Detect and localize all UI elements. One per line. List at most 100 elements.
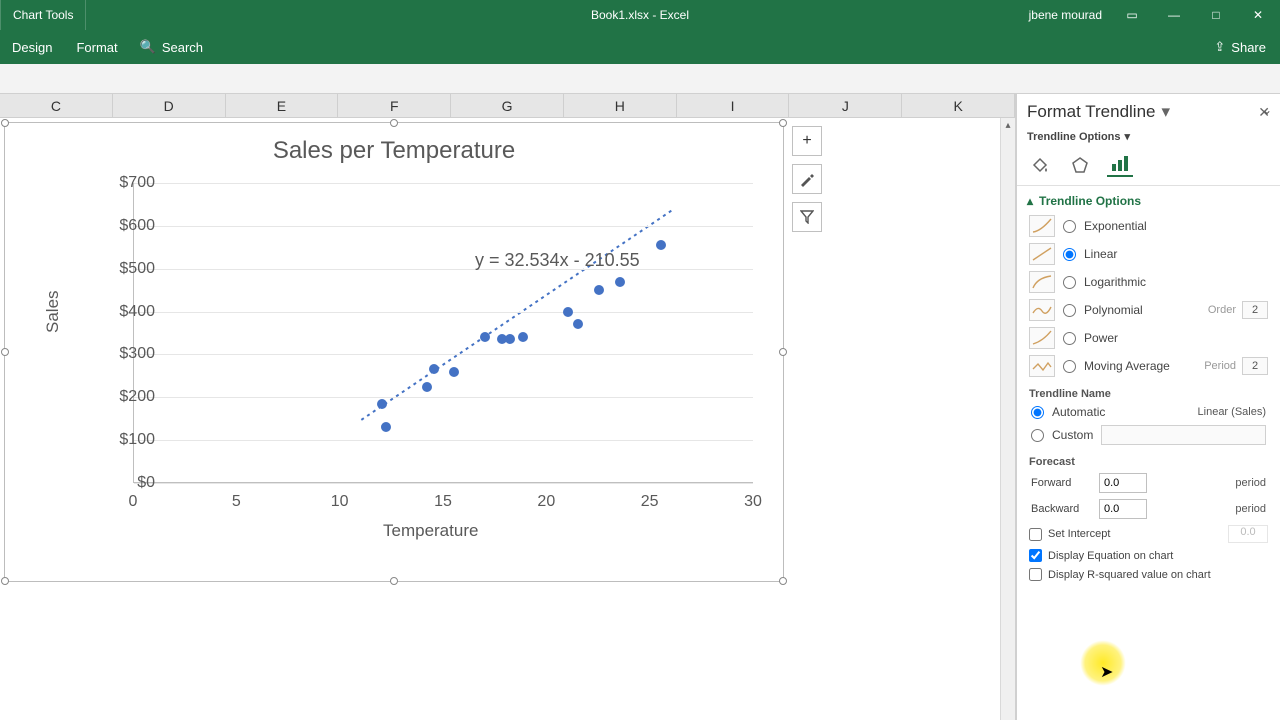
radio-automatic[interactable] — [1031, 406, 1044, 419]
data-point[interactable] — [518, 332, 528, 342]
data-point[interactable] — [594, 285, 604, 295]
option-linear[interactable]: Linear — [1017, 240, 1280, 268]
automatic-name-row[interactable]: Automatic Linear (Sales) — [1017, 402, 1280, 422]
data-point[interactable] — [573, 319, 583, 329]
tab-design[interactable]: Design — [0, 30, 64, 64]
chart-elements-button[interactable]: + — [792, 126, 822, 156]
document-title: Book1.xlsx - Excel — [591, 8, 689, 22]
checkbox-display-equation[interactable] — [1029, 549, 1042, 562]
y-tick-label: $200 — [119, 388, 155, 406]
radio-custom[interactable] — [1031, 429, 1044, 442]
polynomial-icon — [1029, 299, 1055, 321]
option-logarithmic[interactable]: Logarithmic — [1017, 268, 1280, 296]
column-header[interactable]: D — [113, 94, 226, 118]
gridline — [134, 483, 753, 484]
data-point[interactable] — [429, 364, 439, 374]
close-button[interactable]: ✕ — [1246, 8, 1270, 22]
fill-line-tab[interactable] — [1027, 153, 1053, 177]
scroll-up-icon[interactable]: ▴ — [1001, 118, 1015, 133]
data-point[interactable] — [505, 334, 515, 344]
equation-label[interactable]: y = 32.534x - 210.55 — [475, 250, 640, 271]
ribbon-collapse-icon[interactable]: ⌄ — [1262, 103, 1272, 117]
radio-logarithmic[interactable] — [1063, 276, 1076, 289]
resize-handle[interactable] — [779, 348, 787, 356]
chart-object[interactable]: Sales per Temperature y = 32.534x - 210.… — [4, 122, 784, 582]
moving-average-icon — [1029, 355, 1055, 377]
radio-linear[interactable] — [1063, 248, 1076, 261]
logarithmic-icon — [1029, 271, 1055, 293]
resize-handle[interactable] — [390, 577, 398, 585]
resize-handle[interactable] — [779, 577, 787, 585]
ribbon-display-icon[interactable]: ▭ — [1120, 8, 1144, 22]
column-header[interactable]: C — [0, 94, 113, 118]
chart-styles-button[interactable] — [792, 164, 822, 194]
radio-moving-average[interactable] — [1063, 360, 1076, 373]
brush-icon — [799, 171, 815, 187]
display-equation-row[interactable]: Display Equation on chart — [1017, 546, 1280, 565]
chevron-down-icon: ▾ — [1125, 130, 1131, 143]
resize-handle[interactable] — [1, 577, 9, 585]
x-tick-label: 5 — [232, 493, 241, 511]
resize-handle[interactable] — [779, 119, 787, 127]
custom-name-input[interactable] — [1101, 425, 1266, 445]
exponential-icon — [1029, 215, 1055, 237]
effects-tab[interactable] — [1067, 153, 1093, 177]
column-header[interactable]: J — [789, 94, 902, 118]
column-header[interactable]: E — [226, 94, 339, 118]
data-point[interactable] — [480, 332, 490, 342]
x-tick-label: 30 — [744, 493, 762, 511]
pane-subtitle[interactable]: Trendline Options▾ — [1017, 128, 1280, 149]
ribbon-body: ⌄ — [0, 64, 1280, 94]
chart-filters-button[interactable] — [792, 202, 822, 232]
trendline[interactable] — [134, 183, 754, 483]
backward-input[interactable] — [1099, 499, 1147, 519]
linear-icon — [1029, 243, 1055, 265]
radio-power[interactable] — [1063, 332, 1076, 345]
paint-bucket-icon — [1030, 155, 1050, 175]
custom-name-row[interactable]: Custom — [1017, 422, 1280, 448]
checkbox-set-intercept[interactable] — [1029, 528, 1042, 541]
option-power[interactable]: Power — [1017, 324, 1280, 352]
column-header[interactable]: H — [564, 94, 677, 118]
plot-area[interactable] — [133, 183, 753, 483]
forward-input[interactable] — [1099, 473, 1147, 493]
data-point[interactable] — [449, 367, 459, 377]
search-box[interactable]: 🔍 Search — [130, 39, 213, 55]
data-point[interactable] — [422, 382, 432, 392]
option-moving-average[interactable]: Moving Average Period — [1017, 352, 1280, 380]
data-point[interactable] — [377, 399, 387, 409]
x-axis-label[interactable]: Temperature — [383, 521, 478, 541]
set-intercept-row[interactable]: Set Intercept 0.0 — [1017, 522, 1280, 546]
radio-exponential[interactable] — [1063, 220, 1076, 233]
automatic-name-value: Linear (Sales) — [1198, 406, 1266, 418]
resize-handle[interactable] — [1, 119, 9, 127]
column-header[interactable]: I — [677, 94, 790, 118]
resize-handle[interactable] — [1, 348, 9, 356]
resize-handle[interactable] — [390, 119, 398, 127]
worksheet[interactable]: CDEFGHIJK Sales per Temperature y = 32.5… — [0, 94, 1016, 720]
column-header[interactable]: K — [902, 94, 1015, 118]
tab-format[interactable]: Format — [64, 30, 129, 64]
vertical-scrollbar[interactable]: ▴ — [1000, 118, 1015, 720]
option-polynomial[interactable]: Polynomial Order — [1017, 296, 1280, 324]
data-point[interactable] — [656, 240, 666, 250]
column-header[interactable]: F — [338, 94, 451, 118]
pane-options-dropdown[interactable]: ▾ — [1162, 102, 1171, 122]
radio-polynomial[interactable] — [1063, 304, 1076, 317]
data-point[interactable] — [615, 277, 625, 287]
y-axis-label[interactable]: Sales — [43, 290, 63, 333]
option-exponential[interactable]: Exponential — [1017, 212, 1280, 240]
checkbox-display-r2[interactable] — [1029, 568, 1042, 581]
display-r2-row[interactable]: Display R-squared value on chart — [1017, 565, 1280, 584]
minimize-button[interactable]: — — [1162, 8, 1186, 22]
trendline-options-tab[interactable] — [1107, 153, 1133, 177]
maximize-button[interactable]: □ — [1204, 8, 1228, 22]
column-header[interactable]: G — [451, 94, 564, 118]
share-button[interactable]: ⇪ Share — [1200, 39, 1280, 55]
trendline-options-section[interactable]: ▴ Trendline Options — [1017, 186, 1280, 212]
data-point[interactable] — [381, 422, 391, 432]
data-point[interactable] — [563, 307, 573, 317]
pentagon-icon — [1070, 155, 1090, 175]
chart-title[interactable]: Sales per Temperature — [5, 137, 783, 165]
forward-label: Forward — [1031, 477, 1091, 489]
